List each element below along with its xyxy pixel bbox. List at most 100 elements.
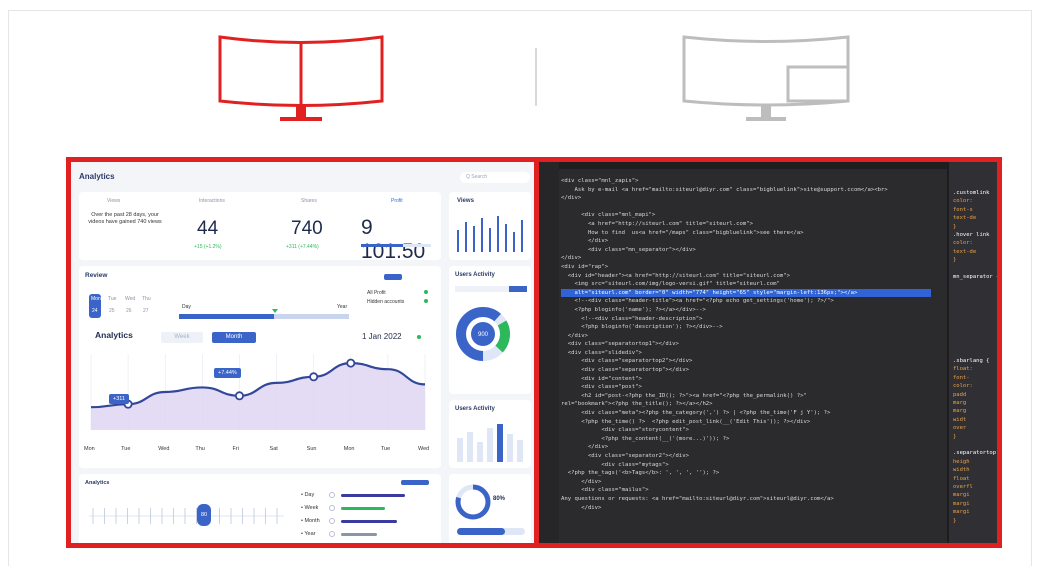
views-card: Views xyxy=(449,192,531,260)
donut-value: 900 xyxy=(478,332,489,338)
code-line[interactable]: <div class="mnl_mapi"> xyxy=(561,211,931,220)
week-tab[interactable]: Week xyxy=(161,332,203,343)
month-tab[interactable]: Month xyxy=(212,332,256,343)
code-line[interactable]: How to find us<a href="/maps" class="big… xyxy=(561,229,931,238)
x-tick-label: Fri xyxy=(232,446,239,452)
analytics-area-chart xyxy=(90,354,426,430)
bar xyxy=(507,434,513,462)
bottom-analytics-card: Analytics 80 • Day • Week • Month • Year xyxy=(79,474,441,543)
code-line[interactable]: <div class="mnl_zapis"> xyxy=(561,177,931,186)
code-line[interactable]: <div class="post"> xyxy=(561,383,931,392)
bar xyxy=(497,424,503,462)
editor-gutter xyxy=(539,162,559,543)
code-line[interactable]: <div class="mailus"> xyxy=(561,486,931,495)
code-line[interactable]: </div> xyxy=(561,478,931,487)
css-line: float xyxy=(953,475,970,482)
code-line[interactable] xyxy=(561,203,931,212)
day-label: Wed xyxy=(125,296,136,302)
stat-label: Profit xyxy=(391,198,403,204)
code-line[interactable]: <?php the_content(__('(more...)')); ?> xyxy=(561,435,931,444)
code-line[interactable]: Any questions or requests: <a href="mail… xyxy=(561,495,931,504)
code-line[interactable]: <div class="slidediv"> xyxy=(561,349,931,358)
css-line: } xyxy=(953,517,957,524)
code-line[interactable]: </div> xyxy=(561,237,931,246)
x-tick-label: Wed xyxy=(158,446,170,452)
stat-label: Views xyxy=(107,198,121,204)
code-lines[interactable]: <div class="mnl_zapis"> Ask by e-mail <a… xyxy=(561,177,931,512)
code-line[interactable]: rel="bookmark"><?php the_title(); ?></a>… xyxy=(561,400,931,409)
range-marker-icon xyxy=(272,309,278,313)
code-line[interactable]: <div class="separatortop"></div> xyxy=(561,366,931,375)
shares-value: 740 xyxy=(291,218,323,239)
day-num: 25 xyxy=(109,308,115,314)
code-line[interactable]: <div class="storycontent"> xyxy=(561,426,931,435)
interactions-delta: +15 (+1.2%) xyxy=(194,244,222,250)
code-line[interactable]: </div> xyxy=(561,254,931,263)
code-line[interactable]: <img src="siteurl.com/img/logo-versi.gif… xyxy=(561,280,931,289)
bar xyxy=(521,220,523,252)
chart-title: Analytics xyxy=(95,330,133,340)
css-line: color: xyxy=(953,198,973,205)
code-line[interactable]: </div> xyxy=(561,504,931,513)
day-label: Thu xyxy=(142,296,151,302)
code-line[interactable]: <a href="http://siteurl.com" title="site… xyxy=(561,220,931,229)
bottom-slider-handle[interactable]: 80 xyxy=(197,504,211,526)
code-line[interactable]: </div> xyxy=(561,332,931,341)
review-toggle[interactable] xyxy=(384,274,402,280)
css-line: color: xyxy=(953,383,973,390)
code-line[interactable]: <div class="separator2"></div> xyxy=(561,452,931,461)
review-title: Review xyxy=(85,272,108,279)
users-activity-card: Users Activity 900 xyxy=(449,266,531,394)
code-line[interactable]: <?php bloginfo('description'); ?></div>-… xyxy=(561,323,931,332)
donut-chart: 900 xyxy=(456,307,510,361)
bottom-title: Analytics xyxy=(85,480,110,486)
code-line[interactable]: <h2 id="post-<?php the_ID(); ?>"><a href… xyxy=(561,392,931,401)
code-line[interactable]: <div id="header"><a href="http://siteurl… xyxy=(561,272,931,281)
interactions-value: 44 xyxy=(197,218,219,239)
bar xyxy=(457,438,463,462)
css-line: color: xyxy=(953,240,973,247)
code-line[interactable]: <div class="separatortop1"></div> xyxy=(561,340,931,349)
legend-radio xyxy=(329,518,335,524)
icon-divider xyxy=(535,48,537,106)
code-line[interactable]: </div> xyxy=(561,443,931,452)
pip-monitor-icon[interactable] xyxy=(680,34,852,124)
code-line[interactable]: alt="siteurl.com" border="0" width="774"… xyxy=(561,288,931,298)
range-slider[interactable] xyxy=(179,314,349,319)
area-fill xyxy=(91,363,425,430)
code-line[interactable]: <div id="rap"> xyxy=(561,263,931,272)
views-bars xyxy=(457,216,523,252)
bar xyxy=(467,432,473,462)
css-line: .sbarlang { xyxy=(953,358,990,364)
code-line[interactable]: <div class="separatortop2"></div> xyxy=(561,357,931,366)
code-line[interactable]: <?php the_tags('<b>Tags</b>: ', ', ', ''… xyxy=(561,469,931,478)
data-point xyxy=(234,391,244,401)
css-line: over xyxy=(953,425,967,432)
code-line[interactable]: <div id="content"> xyxy=(561,375,931,384)
css-line: } xyxy=(953,257,957,264)
css-line: heigh xyxy=(953,458,970,465)
code-line[interactable]: <?php the_time() ?> <?php edit_post_link… xyxy=(561,418,931,427)
code-line[interactable]: <!--<div class="header-description"> xyxy=(561,315,931,324)
date-label: 1 Jan 2022 xyxy=(362,332,402,341)
bar xyxy=(497,216,499,252)
code-line[interactable]: </div> xyxy=(561,194,931,203)
code-line[interactable]: <div class="meta"><?php the_category(','… xyxy=(561,409,931,418)
code-line[interactable]: <div class="mn_separator"></div> xyxy=(561,246,931,255)
dual-monitor-icon[interactable] xyxy=(216,34,386,124)
code-line[interactable]: <div class="mytags"> xyxy=(561,461,931,470)
x-tick-label: Mon xyxy=(84,446,95,452)
analytics-dashboard: Analytics Q Search Views Over the past 2… xyxy=(71,162,534,543)
stat-label: Shares xyxy=(301,198,317,204)
legend-bar xyxy=(341,520,397,523)
intro-text: Over the past 28 days, your videos have … xyxy=(88,212,162,225)
bar xyxy=(481,218,483,252)
bottom-ticks xyxy=(89,508,284,524)
bar xyxy=(473,226,475,252)
code-line[interactable]: <!--<div class="header-title"><a href="<… xyxy=(561,297,931,306)
code-line[interactable]: Ask by e-mail <a href="mailto:siteurl@di… xyxy=(561,186,931,195)
code-line[interactable]: <?php bloginfo('name'); ?></a></div>--> xyxy=(561,306,931,315)
bar xyxy=(487,428,493,462)
search-input[interactable]: Q Search xyxy=(460,172,530,183)
css-line: width xyxy=(953,467,970,474)
